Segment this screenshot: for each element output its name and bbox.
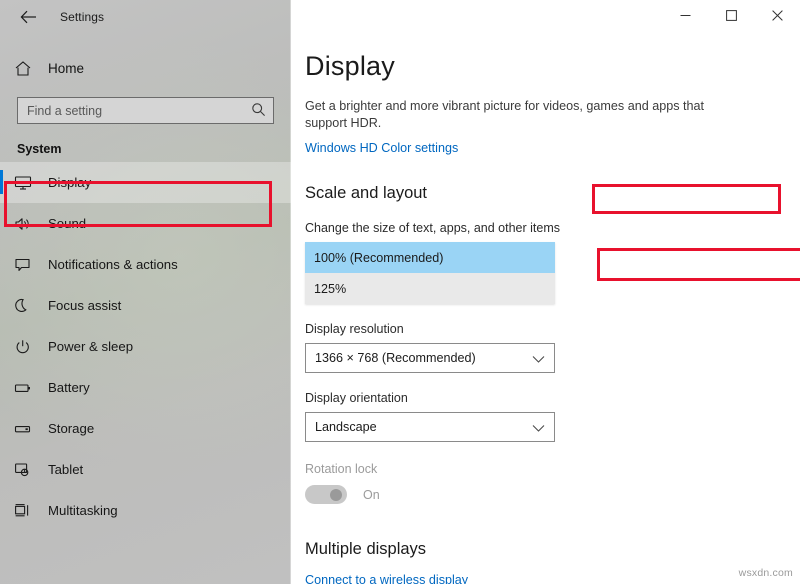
connect-wireless-display-link[interactable]: Connect to a wireless display <box>305 573 800 584</box>
sidebar-item-label: Display <box>48 175 91 190</box>
sidebar-item-label: Sound <box>48 216 86 231</box>
selection-indicator <box>0 170 3 194</box>
sidebar-item-tablet[interactable]: Tablet <box>0 449 291 490</box>
display-orientation-value: Landscape <box>315 420 377 434</box>
display-orientation-combobox[interactable]: Landscape <box>305 412 555 442</box>
toggle-knob <box>330 489 342 501</box>
resolution-field-label: Display resolution <box>305 322 800 336</box>
sidebar-item-label: Battery <box>48 380 90 395</box>
monitor-icon <box>14 175 40 191</box>
sidebar: Settings Home System <box>0 0 291 584</box>
display-resolution-combobox[interactable]: 1366 × 768 (Recommended) <box>305 343 555 373</box>
scale-dropdown-list[interactable]: 100% (Recommended) 125% <box>305 242 555 304</box>
multitasking-icon <box>14 503 40 519</box>
scale-field-label: Change the size of text, apps, and other… <box>305 221 800 235</box>
rotation-lock-state: On <box>363 488 380 502</box>
close-icon[interactable] <box>754 0 800 31</box>
sidebar-item-multitasking[interactable]: Multitasking <box>0 490 291 531</box>
window-titlebar-left: Settings <box>0 0 291 34</box>
display-resolution-value: 1366 × 768 (Recommended) <box>315 351 476 365</box>
sidebar-item-label: Power & sleep <box>48 339 133 354</box>
sidebar-group-label: System <box>17 142 291 156</box>
sidebar-nav-list: Display Sound Notifica <box>0 162 291 531</box>
sidebar-item-display[interactable]: Display <box>0 162 291 203</box>
home-icon <box>14 60 40 77</box>
window-controls <box>291 0 800 34</box>
chevron-down-icon <box>532 422 545 436</box>
page-title: Display <box>305 51 800 82</box>
minimize-icon[interactable] <box>662 0 708 31</box>
search-input[interactable] <box>17 97 274 124</box>
sidebar-item-label: Tablet <box>48 462 83 477</box>
sidebar-item-label: Focus assist <box>48 298 121 313</box>
windows-hd-color-settings-link[interactable]: Windows HD Color settings <box>305 141 800 155</box>
sidebar-item-label: Multitasking <box>48 503 118 518</box>
battery-icon <box>14 380 40 396</box>
sidebar-item-power-sleep[interactable]: Power & sleep <box>0 326 291 367</box>
chevron-down-icon <box>532 353 545 367</box>
rotation-lock-toggle[interactable] <box>305 485 347 504</box>
sidebar-item-label: Storage <box>48 421 94 436</box>
sidebar-item-notifications[interactable]: Notifications & actions <box>0 244 291 285</box>
moon-icon <box>14 298 40 314</box>
sidebar-item-sound[interactable]: Sound <box>0 203 291 244</box>
tablet-icon <box>14 462 40 478</box>
speaker-icon <box>14 216 40 232</box>
rotation-lock-row: On <box>305 485 800 504</box>
maximize-icon[interactable] <box>708 0 754 31</box>
sidebar-item-home[interactable]: Home <box>0 50 291 86</box>
multiple-displays-heading: Multiple displays <box>305 540 800 559</box>
settings-window: Settings Home System <box>0 0 800 584</box>
scale-option-125[interactable]: 125% <box>305 273 555 304</box>
storage-icon <box>14 421 40 437</box>
hdr-description: Get a brighter and more vibrant picture … <box>305 98 723 132</box>
sidebar-item-battery[interactable]: Battery <box>0 367 291 408</box>
watermark: wsxdn.com <box>739 567 793 579</box>
sidebar-item-focus-assist[interactable]: Focus assist <box>0 285 291 326</box>
sidebar-item-storage[interactable]: Storage <box>0 408 291 449</box>
sidebar-item-label: Notifications & actions <box>48 257 178 272</box>
window-title: Settings <box>60 10 104 24</box>
scale-option-100[interactable]: 100% (Recommended) <box>305 242 555 273</box>
orientation-field-label: Display orientation <box>305 391 800 405</box>
power-icon <box>14 339 40 355</box>
back-arrow-icon[interactable] <box>14 3 42 31</box>
scale-and-layout-heading: Scale and layout <box>305 184 427 203</box>
display-settings-content: Display Get a brighter and more vibrant … <box>291 34 800 584</box>
notification-icon <box>14 257 40 273</box>
sidebar-item-label-home: Home <box>48 61 84 76</box>
rotation-lock-label: Rotation lock <box>305 462 800 476</box>
search-container <box>17 97 274 124</box>
main-content: Display Get a brighter and more vibrant … <box>291 0 800 584</box>
